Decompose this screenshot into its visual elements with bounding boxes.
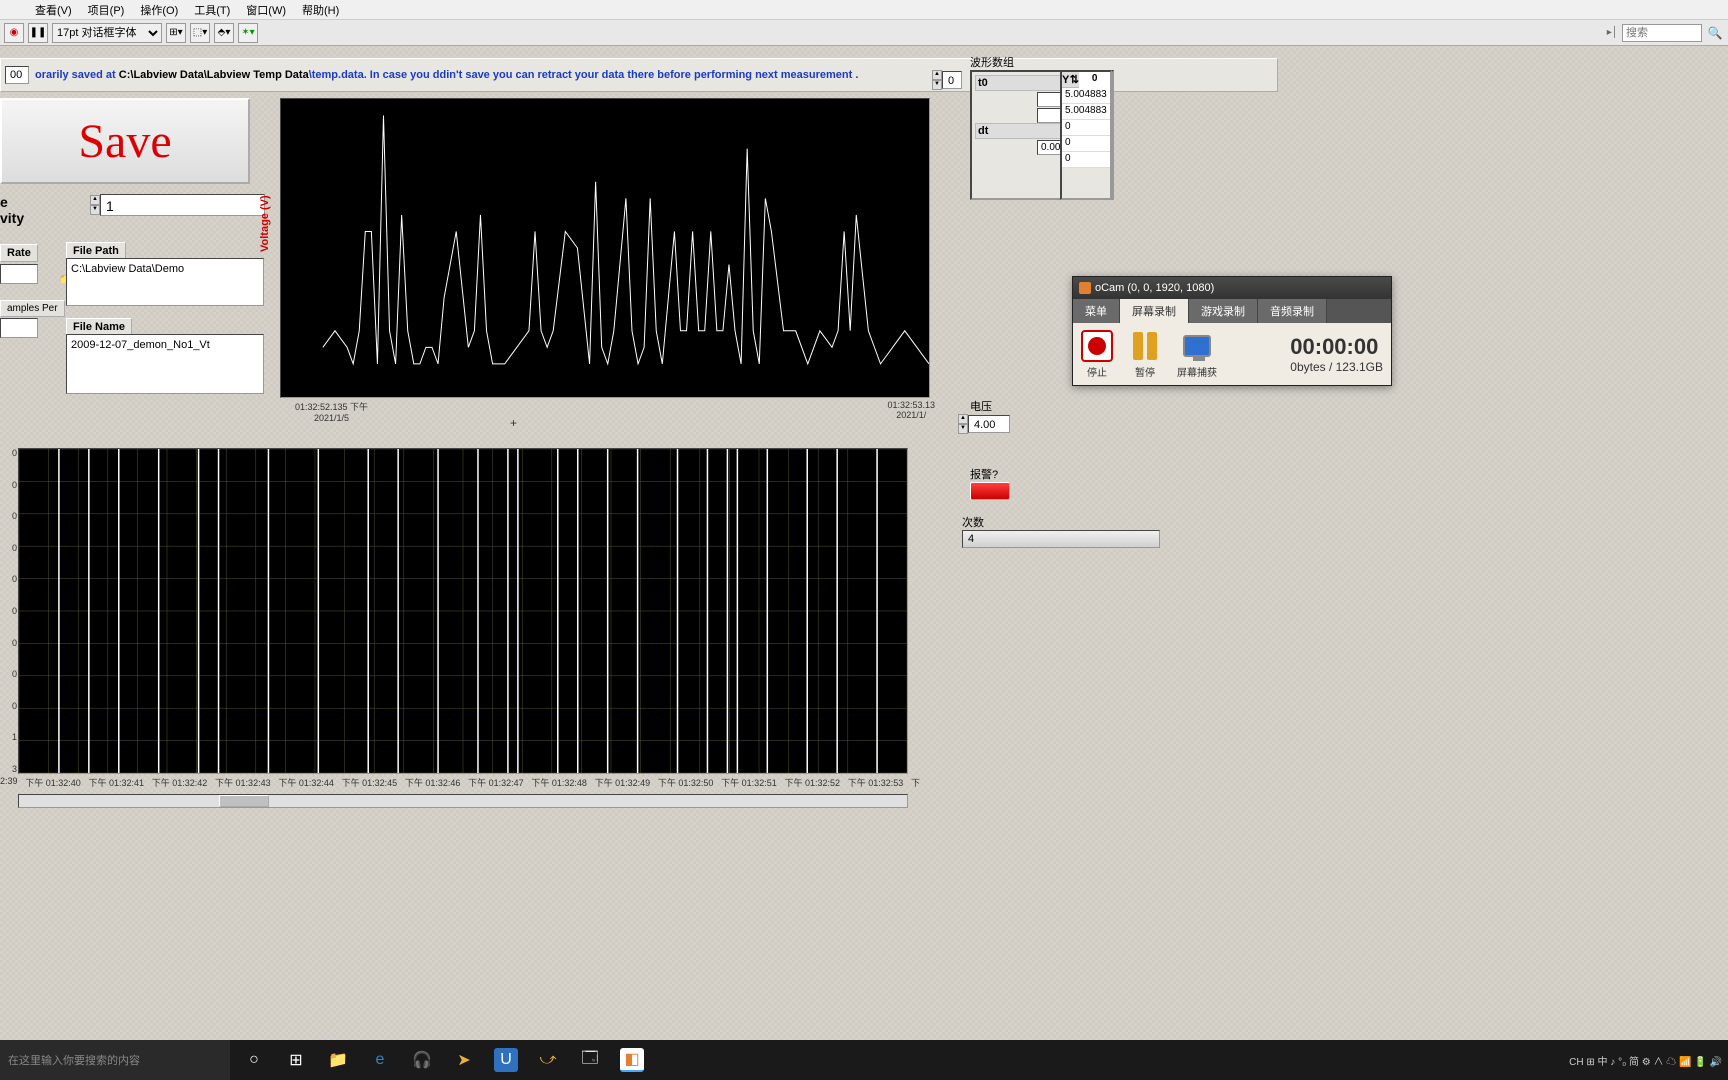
rate-input[interactable]	[0, 264, 38, 284]
file-name-input[interactable]: 2009-12-07_demon_No1_Vt	[66, 334, 264, 394]
info-num: 00	[5, 66, 29, 84]
menu-tools[interactable]: 工具(T)	[189, 0, 235, 20]
ocam-capture-button[interactable]: 屏幕捕获	[1177, 330, 1217, 379]
chart2-xticks: 2:39下午 01:32:40下午 01:32:41下午 01:32:42下午 …	[0, 776, 920, 789]
sensitivity-input[interactable]: ▲▼ 1	[90, 194, 265, 216]
rate-label: Rate	[0, 244, 38, 262]
search-input[interactable]	[1622, 24, 1702, 42]
ocam-titlebar[interactable]: oCam (0, 0, 1920, 1080)	[1073, 277, 1391, 299]
voltage-label: 电压	[970, 398, 992, 414]
align-tool-3[interactable]: ⬘▾	[214, 23, 234, 43]
chart1-ylabel: Voltage (V)	[259, 195, 271, 252]
count-label: 次数	[962, 514, 984, 530]
wave-array-index[interactable]: ▲▼ 0	[932, 70, 962, 90]
time-chart[interactable]	[18, 448, 908, 774]
chart2-scrollbar[interactable]	[18, 794, 908, 808]
ocam-tab-game[interactable]: 游戏录制	[1189, 299, 1258, 323]
align-tool-4[interactable]: ✶▾	[238, 23, 258, 43]
app-icon-1[interactable]: 🎧	[402, 1040, 442, 1080]
y-spinner[interactable]: ⇅	[1069, 73, 1079, 86]
align-tool-2[interactable]: ⬚▾	[190, 23, 210, 43]
search-icon[interactable]: 🔍	[1706, 24, 1724, 42]
explorer-icon[interactable]: 📁	[318, 1040, 358, 1080]
ocam-window[interactable]: oCam (0, 0, 1920, 1080) 菜单 屏幕录制 游戏录制 音频录…	[1072, 276, 1392, 386]
ocam-tabs: 菜单 屏幕录制 游戏录制 音频录制	[1073, 299, 1391, 323]
taskbar: 在这里输入你要搜索的内容 ○ ⊞ 📁 e 🎧 ➤ U ⤻ 🗔 ◧ CH ⊞ 中 …	[0, 1040, 1728, 1080]
menu-project[interactable]: 项目(P)	[83, 0, 130, 20]
chart2-yticks: 00000000013	[0, 448, 17, 774]
ocam-tab-menu[interactable]: 菜单	[1073, 299, 1120, 323]
ocam-tab-screen[interactable]: 屏幕录制	[1120, 299, 1189, 323]
app-icon-4[interactable]: ⤻	[528, 1040, 568, 1080]
stop-icon	[1081, 330, 1113, 362]
vi-canvas: 00 orarily saved at C:\Labview Data\Labv…	[0, 46, 1728, 1040]
app-icon-2[interactable]: ➤	[444, 1040, 484, 1080]
toolbar: ◉ ❚❚ 17pt 对话框字体 ⊞▾ ⬚▾ ⬘▾ ✶▾ ▸│ 🔍	[0, 20, 1728, 46]
wave-y-panel: Y⇅0 5.004883 5.004883 0 0 0	[1060, 70, 1112, 200]
menu-window[interactable]: 窗口(W)	[241, 0, 291, 20]
alarm-label: 报警?	[970, 466, 998, 482]
menu-operate[interactable]: 操作(O)	[135, 0, 183, 20]
ocam-icon	[1079, 282, 1091, 294]
record-icon[interactable]: ◉	[4, 23, 24, 43]
app-icon-3[interactable]: U	[494, 1048, 518, 1072]
taskbar-search[interactable]: 在这里输入你要搜索的内容	[0, 1040, 230, 1080]
align-tool-1[interactable]: ⊞▾	[166, 23, 186, 43]
ocam-body: 停止 暂停 屏幕捕获 00:00:00 0bytes / 123.1GB	[1073, 323, 1391, 385]
pause-icon[interactable]: ❚❚	[28, 23, 48, 43]
ocam-tab-audio[interactable]: 音频录制	[1258, 299, 1327, 323]
info-text: orarily saved at C:\Labview Data\Labview…	[35, 69, 858, 81]
file-path-input[interactable]: C:\Labview Data\Demo	[66, 258, 264, 306]
menu-bar: 查看(V) 项目(P) 操作(O) 工具(T) 窗口(W) 帮助(H)	[0, 0, 1728, 20]
pause-icon	[1129, 330, 1161, 362]
menu-view[interactable]: 查看(V)	[30, 0, 77, 20]
ocam-pause-button[interactable]: 暂停	[1129, 330, 1161, 379]
font-select[interactable]: 17pt 对话框字体	[52, 23, 162, 43]
ocam-taskbar-icon[interactable]: ◧	[620, 1048, 644, 1072]
ocam-stop-button[interactable]: 停止	[1081, 330, 1113, 379]
screen-icon	[1181, 330, 1213, 362]
samples-input[interactable]	[0, 318, 38, 338]
save-button[interactable]: Save	[0, 98, 250, 184]
wave-array-label: 波形数组	[970, 54, 1014, 70]
samples-label: amples Per	[0, 300, 65, 317]
voltage-chart[interactable]	[280, 98, 930, 398]
cortana-icon[interactable]: ○	[234, 1040, 274, 1080]
alarm-led	[970, 482, 1010, 500]
count-value: 4	[962, 530, 1160, 548]
ocam-time: 00:00:00 0bytes / 123.1GB	[1290, 334, 1383, 374]
chart1-xticks: 01:32:52.135 下午2021/1/5 01:32:53.132021/…	[295, 400, 935, 423]
scrollbar-thumb[interactable]	[219, 795, 269, 807]
taskview-icon[interactable]: ⊞	[276, 1040, 316, 1080]
voltage-input[interactable]: ▲▼ 4.00	[958, 414, 1010, 434]
system-tray[interactable]: CH ⊞ 中 ♪ °₀ 简 ⚙ ∧ ☁ 📶 🔋 🔊	[1569, 1053, 1728, 1068]
crosshair-icon: +	[510, 416, 517, 430]
app-icon-5[interactable]: 🗔	[570, 1040, 610, 1080]
edge-icon[interactable]: e	[360, 1040, 400, 1080]
menu-help[interactable]: 帮助(H)	[297, 0, 344, 20]
sensitivity-label: e vity	[0, 194, 24, 226]
